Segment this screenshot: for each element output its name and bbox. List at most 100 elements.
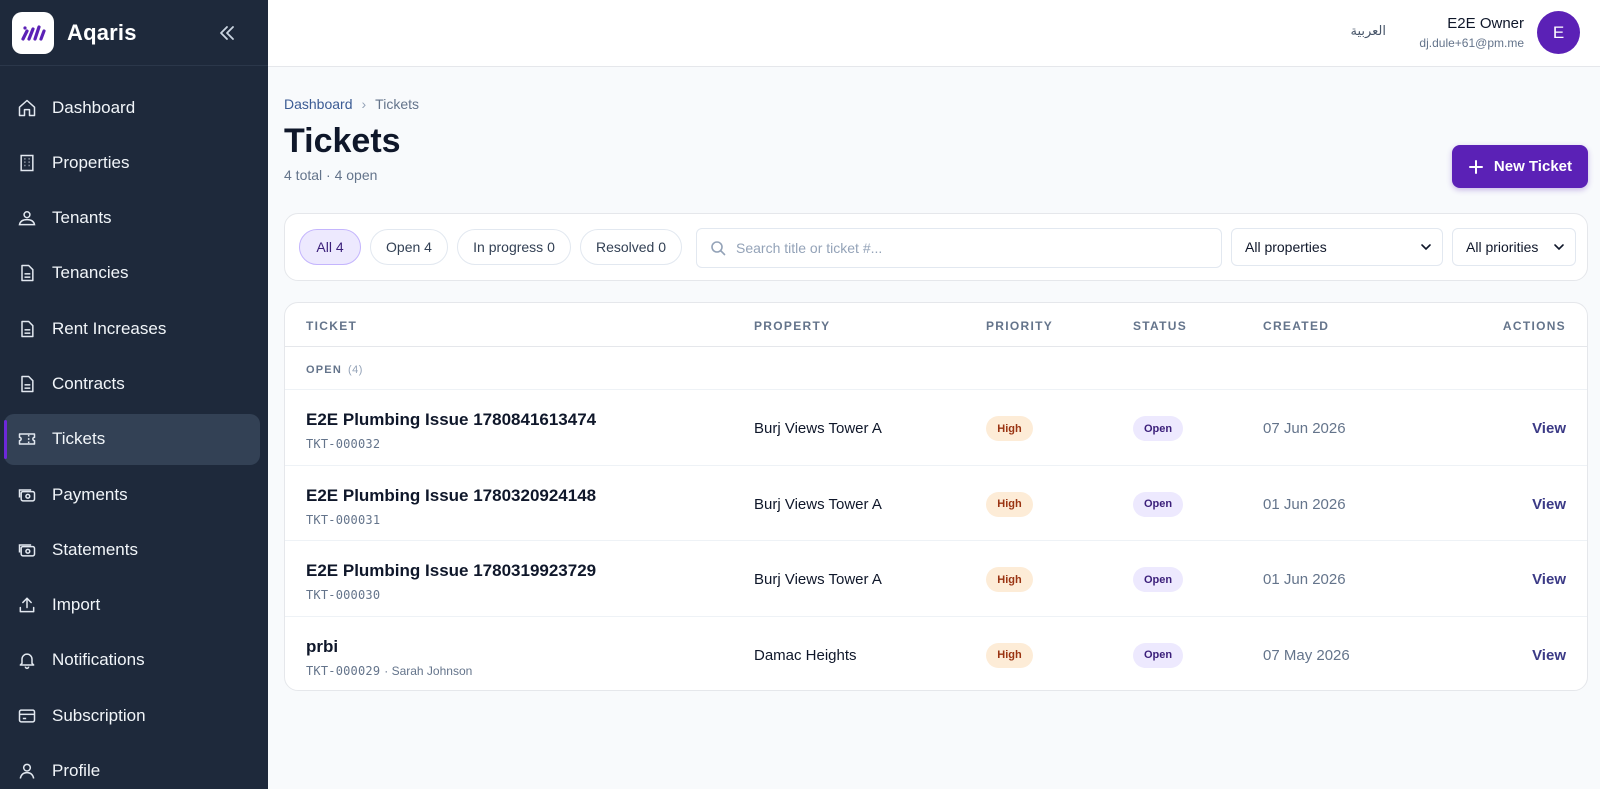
filter-bar: All 4 Open 4 In progress 0 Resolved 0 Al… bbox=[284, 213, 1588, 281]
sidebar-nav: Dashboard Properties Tenants Tenancies R… bbox=[0, 82, 268, 789]
document-icon bbox=[16, 262, 38, 284]
sidebar: Aqaris Dashboard Properties Tenants Tena… bbox=[0, 0, 268, 789]
filter-chip-all[interactable]: All 4 bbox=[299, 229, 361, 265]
priority-filter-select[interactable]: All priorities bbox=[1452, 228, 1576, 266]
users-icon bbox=[16, 207, 38, 229]
view-ticket-link[interactable]: View bbox=[1532, 571, 1566, 588]
sidebar-item-label: Profile bbox=[52, 761, 101, 781]
ticket-property: Damac Heights bbox=[754, 646, 857, 664]
table-row[interactable]: E2E Plumbing Issue 1780319923729 TKT-000… bbox=[285, 541, 1587, 617]
sidebar-item-tenancies[interactable]: Tenancies bbox=[4, 248, 260, 299]
sidebar-item-subscription[interactable]: Subscription bbox=[4, 690, 260, 741]
collapse-sidebar-button[interactable] bbox=[214, 20, 240, 46]
property-select-value: All properties bbox=[1245, 239, 1327, 255]
sidebar-item-notifications[interactable]: Notifications bbox=[4, 635, 260, 686]
sidebar-item-rent-increases[interactable]: Rent Increases bbox=[4, 303, 260, 354]
banknote-icon bbox=[16, 539, 38, 561]
document-icon bbox=[16, 318, 38, 340]
column-header-ticket: TICKET bbox=[306, 319, 358, 333]
sidebar-item-profile[interactable]: Profile bbox=[4, 746, 260, 789]
ticket-title[interactable]: E2E Plumbing Issue 1780319923729 bbox=[306, 561, 596, 581]
priority-badge: High bbox=[986, 642, 1033, 668]
ticket-number: TKT-000031 bbox=[306, 512, 381, 527]
ticket-summary: 4 total · 4 open bbox=[284, 167, 378, 183]
double-chevron-left-icon bbox=[220, 26, 234, 40]
priority-badge: High bbox=[986, 416, 1033, 441]
sidebar-item-label: Tickets bbox=[52, 429, 106, 449]
user-email: dj.dule+61@pm.me bbox=[1419, 36, 1524, 50]
ticket-number: TKT-000029 bbox=[306, 663, 381, 678]
ticket-title[interactable]: prbi bbox=[306, 637, 338, 657]
ticket-meta: TKT-000031 bbox=[306, 513, 384, 527]
new-ticket-button[interactable]: New Ticket bbox=[1451, 145, 1588, 188]
breadcrumb-dashboard-link[interactable]: Dashboard bbox=[284, 96, 353, 112]
sidebar-item-statements[interactable]: Statements bbox=[4, 524, 260, 575]
sidebar-item-label: Import bbox=[52, 595, 101, 615]
breadcrumb-separator: › bbox=[361, 96, 367, 112]
sidebar-item-payments[interactable]: Payments bbox=[4, 469, 260, 520]
filter-chip-resolved[interactable]: Resolved 0 bbox=[580, 229, 682, 265]
search-input[interactable] bbox=[736, 240, 1196, 256]
status-badge: Open bbox=[1133, 642, 1183, 668]
view-ticket-link[interactable]: View bbox=[1532, 420, 1566, 437]
column-header-priority: PRIORITY bbox=[986, 319, 1054, 333]
sidebar-item-dashboard[interactable]: Dashboard bbox=[4, 82, 260, 133]
breadcrumb: Dashboard › Tickets bbox=[284, 96, 419, 112]
user-icon bbox=[16, 760, 38, 782]
sidebar-item-label: Statements bbox=[52, 539, 138, 559]
column-header-created: CREATED bbox=[1263, 319, 1330, 333]
home-icon bbox=[16, 97, 38, 119]
priority-select-value: All priorities bbox=[1466, 239, 1539, 255]
user-name: E2E Owner bbox=[1447, 15, 1524, 32]
language-switch[interactable]: العربية bbox=[1350, 23, 1386, 39]
ticket-property: Burj Views Tower A bbox=[754, 420, 882, 437]
table-row[interactable]: E2E Plumbing Issue 1780841613474 TKT-000… bbox=[285, 390, 1587, 466]
ticket-icon bbox=[16, 428, 38, 450]
filter-chip-in-progress[interactable]: In progress 0 bbox=[457, 229, 571, 265]
sidebar-item-tenants[interactable]: Tenants bbox=[4, 193, 260, 244]
avatar[interactable]: E bbox=[1537, 11, 1580, 54]
ticket-title[interactable]: E2E Plumbing Issue 1780320924148 bbox=[306, 486, 596, 506]
ticket-created-date: 07 May 2026 bbox=[1263, 646, 1350, 664]
app-name: Aqaris bbox=[67, 19, 137, 45]
ticket-number: TKT-000030 bbox=[306, 588, 381, 602]
ticket-meta: TKT-000032 bbox=[306, 437, 384, 451]
search-box bbox=[696, 228, 1222, 268]
building-icon bbox=[16, 152, 38, 174]
new-ticket-label: New Ticket bbox=[1493, 158, 1572, 175]
sidebar-item-label: Notifications bbox=[52, 650, 145, 670]
ticket-title[interactable]: E2E Plumbing Issue 1780841613474 bbox=[306, 410, 596, 430]
status-badge: Open bbox=[1133, 491, 1183, 517]
sidebar-item-label: Tenancies bbox=[52, 263, 129, 283]
priority-badge: High bbox=[986, 567, 1033, 592]
user-info[interactable]: E2E Owner dj.dule+61@pm.me bbox=[1419, 15, 1524, 50]
ticket-assignee: · Sarah Johnson bbox=[384, 663, 473, 678]
priority-badge: High bbox=[986, 491, 1033, 517]
sidebar-item-contracts[interactable]: Contracts bbox=[4, 358, 260, 409]
ticket-property: Burj Views Tower A bbox=[754, 495, 882, 513]
sidebar-item-tickets[interactable]: Tickets bbox=[4, 413, 260, 465]
sidebar-item-import[interactable]: Import bbox=[4, 580, 260, 631]
group-count: (4) bbox=[348, 364, 363, 376]
table-row[interactable]: prbi TKT-000029 · Sarah Johnson Damac He… bbox=[285, 617, 1587, 691]
top-bar: العربية E2E Owner dj.dule+61@pm.me E bbox=[268, 0, 1600, 67]
ticket-meta: TKT-000029 · Sarah Johnson bbox=[306, 664, 472, 678]
app-logo bbox=[12, 11, 54, 54]
plus-icon bbox=[1468, 159, 1483, 174]
chevron-down-icon bbox=[1421, 244, 1431, 251]
filter-chip-open[interactable]: Open 4 bbox=[370, 229, 448, 265]
property-filter-select[interactable]: All properties bbox=[1231, 228, 1443, 266]
ticket-created-date: 07 Jun 2026 bbox=[1263, 420, 1346, 437]
sidebar-item-label: Payments bbox=[52, 484, 128, 504]
view-ticket-link[interactable]: View bbox=[1532, 647, 1566, 664]
group-header-open: OPEN (4) bbox=[285, 347, 1587, 390]
view-ticket-link[interactable]: View bbox=[1532, 496, 1566, 513]
table-row[interactable]: E2E Plumbing Issue 1780320924148 TKT-000… bbox=[285, 466, 1587, 541]
sidebar-item-label: Properties bbox=[52, 152, 130, 172]
search-icon bbox=[711, 241, 726, 256]
column-header-property: PROPERTY bbox=[754, 319, 831, 333]
sidebar-item-properties[interactable]: Properties bbox=[4, 137, 260, 188]
breadcrumb-current: Tickets bbox=[375, 96, 419, 112]
sidebar-item-label: Tenants bbox=[52, 208, 112, 228]
ticket-property: Burj Views Tower A bbox=[754, 571, 882, 588]
